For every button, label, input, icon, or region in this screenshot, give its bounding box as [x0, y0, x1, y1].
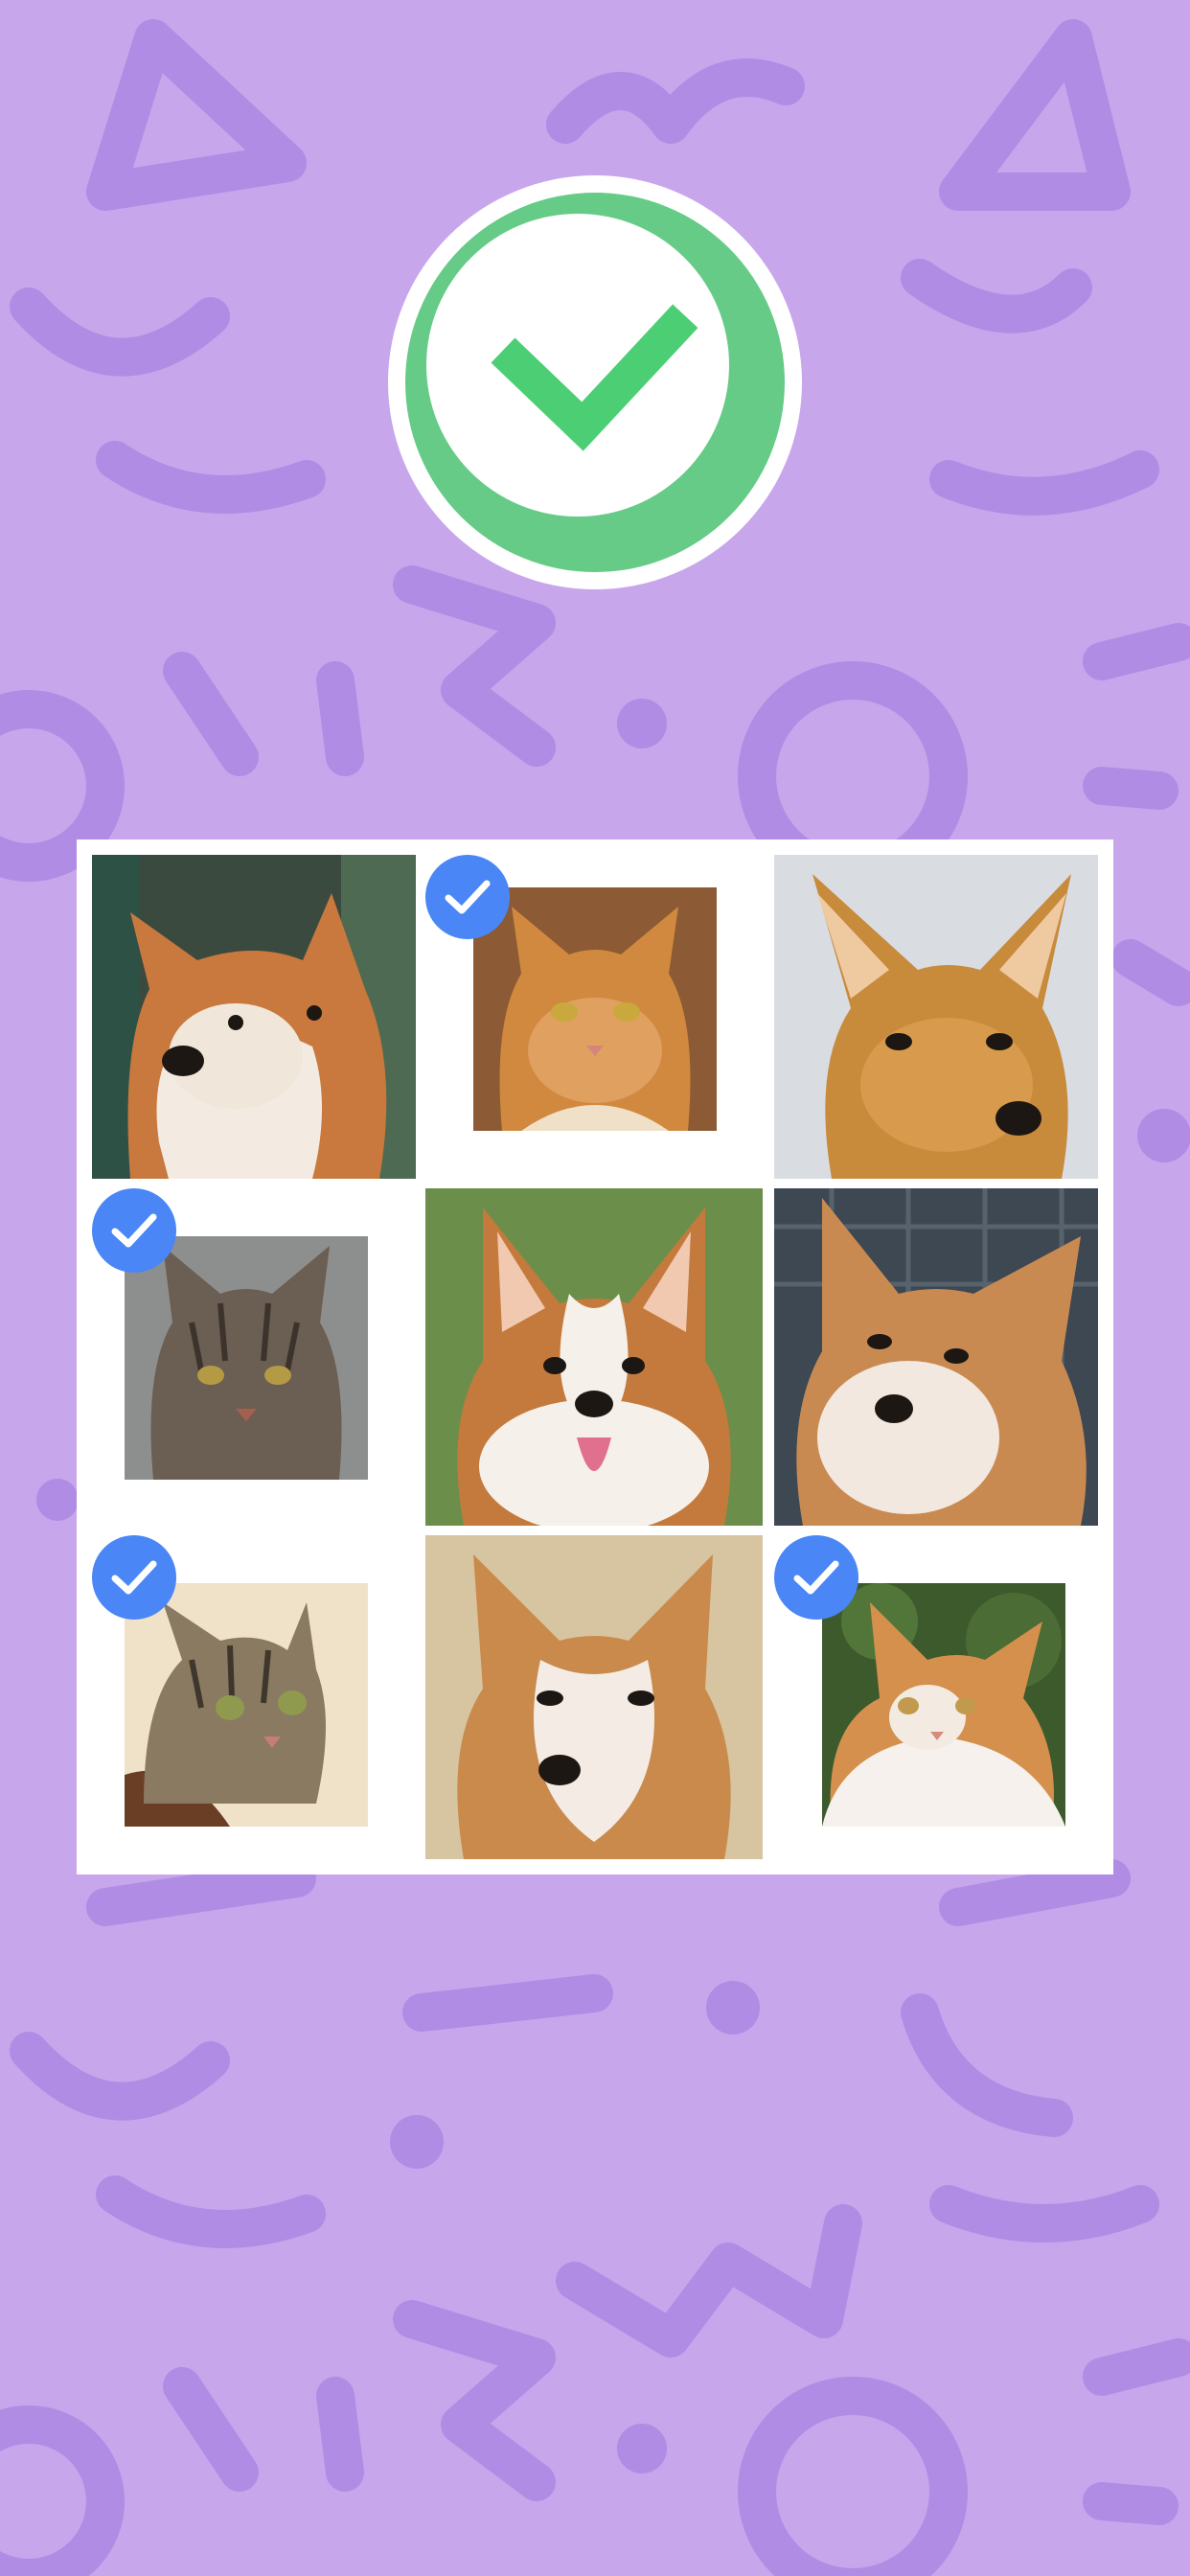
- orange-cat-photo: [473, 887, 717, 1131]
- checkmark-icon: [491, 304, 698, 451]
- grid-tile-1[interactable]: [92, 855, 416, 1179]
- grid-tile-7[interactable]: [92, 1535, 416, 1859]
- selected-check-icon: [92, 1188, 176, 1273]
- chihuahua-dog-photo: [774, 855, 1098, 1179]
- grid-tile-8[interactable]: [425, 1535, 763, 1859]
- grid-tile-5[interactable]: [425, 1188, 763, 1526]
- tabby-kitten-photo: [125, 1583, 368, 1827]
- shiba-dog-photo: [92, 855, 416, 1179]
- grid-tile-4[interactable]: [92, 1188, 416, 1526]
- grid-tile-6[interactable]: [774, 1188, 1098, 1526]
- selected-check-icon: [774, 1535, 858, 1620]
- success-badge: [388, 175, 802, 589]
- grid-tile-2[interactable]: [425, 855, 763, 1179]
- shiba-dog-photo: [425, 1535, 763, 1859]
- selected-check-icon: [92, 1535, 176, 1620]
- captcha-image-grid: [77, 840, 1113, 1874]
- grid-tile-9[interactable]: [774, 1535, 1098, 1859]
- tabby-cat-photo: [125, 1236, 368, 1480]
- shiba-dog-photo: [774, 1188, 1098, 1526]
- grid-tile-3[interactable]: [774, 855, 1098, 1179]
- selected-check-icon: [425, 855, 510, 939]
- corgi-dog-photo: [425, 1188, 763, 1526]
- orange-white-cat-photo: [822, 1583, 1065, 1827]
